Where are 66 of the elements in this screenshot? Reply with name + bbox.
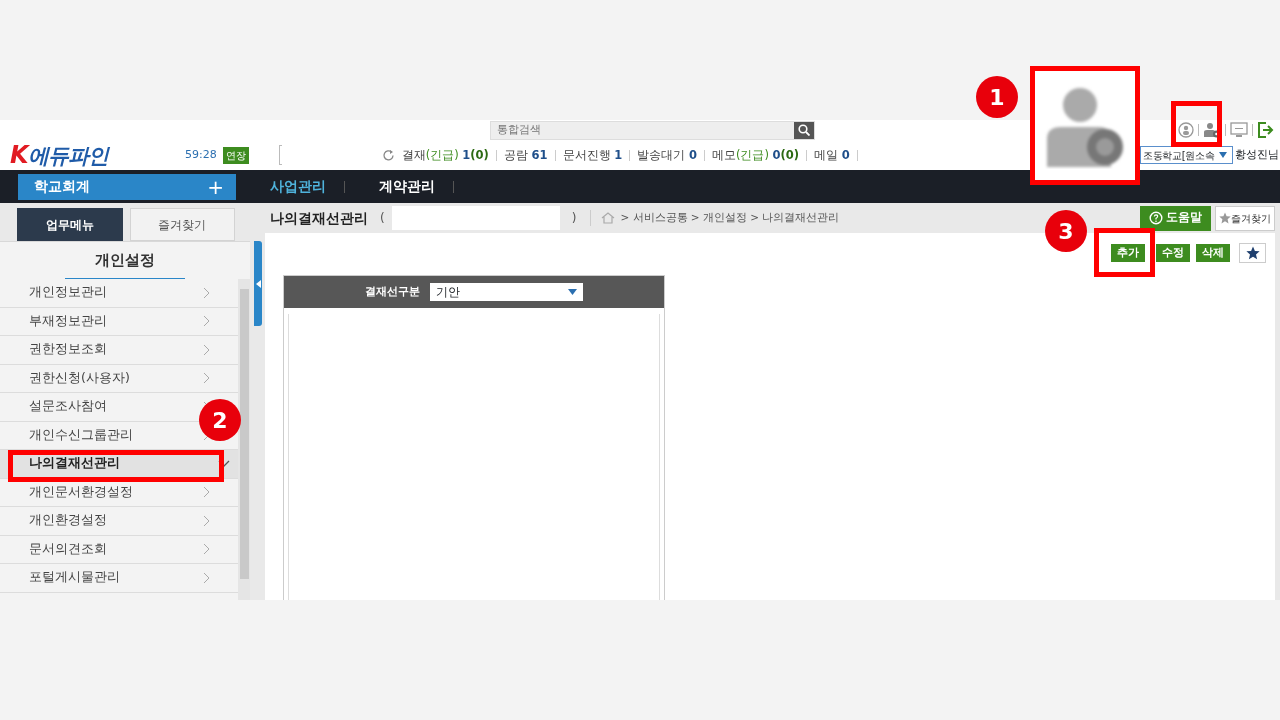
field-label: 결재선구분 [365, 283, 420, 300]
user-name: 황성진님 [1235, 147, 1279, 163]
sidebar-item[interactable]: 개인수신그룹관리 [29, 425, 133, 445]
action-button[interactable]: 추가 [1111, 244, 1145, 262]
refresh-icon[interactable] [381, 148, 395, 162]
chevron-right-icon [203, 315, 210, 328]
chevron-right-icon [203, 571, 210, 584]
chevron-right-icon [203, 514, 210, 527]
highlight-frame [1094, 228, 1155, 277]
sidebar-item[interactable]: 개인정보관리 [29, 283, 107, 303]
bookmark-button[interactable] [1239, 243, 1266, 263]
module-button[interactable]: 학교회계 + [18, 173, 236, 200]
collapse-handle[interactable] [254, 241, 262, 326]
nav-menu-item[interactable]: 계약관리 [379, 176, 435, 197]
sidebar-item[interactable]: 설문조사참여 [29, 397, 107, 417]
favorite-button[interactable]: 즐겨찾기 [1215, 205, 1275, 231]
breadcrumb: > 서비스공통 > 개인설정 > 나의결재선관리 [620, 210, 840, 226]
counter-link[interactable]: 메일 0 [807, 149, 858, 161]
search-button[interactable] [794, 121, 814, 139]
session-timer: 59:28 [185, 146, 217, 163]
search-box[interactable]: 통합검색 [490, 120, 815, 140]
search-field[interactable]: 통합검색 [491, 121, 794, 139]
counter-link[interactable]: 발송대기 0 [630, 149, 705, 161]
chevron-right-icon [203, 372, 210, 385]
sidebar-item[interactable]: 권한정보조회 [29, 340, 107, 360]
arrow-left-icon [255, 279, 261, 288]
dropdown-arrow-icon [1218, 152, 1227, 158]
chevron-right-icon [203, 343, 210, 356]
sidebar-item[interactable]: 개인문서환경설정 [29, 482, 133, 502]
page-title: 나의결재선관리 [270, 208, 368, 228]
logo[interactable]: K에듀파인 [10, 137, 175, 173]
sidebar-item[interactable]: 문서의견조회 [29, 539, 107, 559]
sidebar-item[interactable]: 부재정보관리 [29, 311, 107, 331]
approval-type-select[interactable]: 기안 [430, 283, 583, 301]
bracket-text: ) [571, 210, 577, 227]
sidebar-tab[interactable]: 즐겨찾기 [129, 208, 235, 241]
counter-link[interactable]: 공람 61 [496, 149, 556, 161]
star-icon [1219, 212, 1231, 224]
extend-button[interactable]: 연장 [222, 146, 249, 164]
sidebar-item[interactable]: 포털게시물관리 [29, 568, 120, 588]
action-button[interactable]: 수정 [1156, 244, 1190, 262]
action-button[interactable]: 삭제 [1196, 244, 1230, 262]
help-icon [1149, 211, 1163, 225]
sidebar-item[interactable]: 개인환경설정 [29, 511, 107, 531]
sidebar-item[interactable]: 권한신청(사용자) [29, 368, 130, 388]
scrollbar[interactable] [238, 279, 250, 600]
help-button[interactable]: 도움말 [1140, 205, 1211, 231]
monitor-icon[interactable] [1230, 122, 1248, 138]
search-icon [798, 124, 810, 136]
organization-select[interactable]: 조동학교[원소속 [1140, 146, 1233, 164]
chevron-right-icon [203, 486, 210, 499]
highlight-frame [1171, 101, 1222, 147]
logout-icon[interactable] [1257, 122, 1274, 138]
counter-link[interactable]: 문서진행 1 [555, 149, 631, 161]
chevron-right-icon [203, 286, 210, 299]
sidebar-tab[interactable]: 업무메뉴 [17, 208, 123, 241]
counter-link[interactable]: 메모(긴급) 0(0) [704, 149, 808, 161]
chevron-right-icon [203, 543, 210, 556]
counter-link[interactable]: 결재(긴급) 1(0) [394, 149, 497, 161]
user-circle-icon[interactable] [1178, 122, 1194, 138]
bracket-text: ( [380, 210, 385, 227]
nav-menu-item[interactable]: 사업관리 [270, 176, 326, 197]
star-icon [1245, 246, 1260, 260]
dropdown-arrow-icon [568, 289, 577, 295]
home-icon[interactable] [601, 212, 616, 224]
step-badge: 1 [976, 76, 1018, 118]
